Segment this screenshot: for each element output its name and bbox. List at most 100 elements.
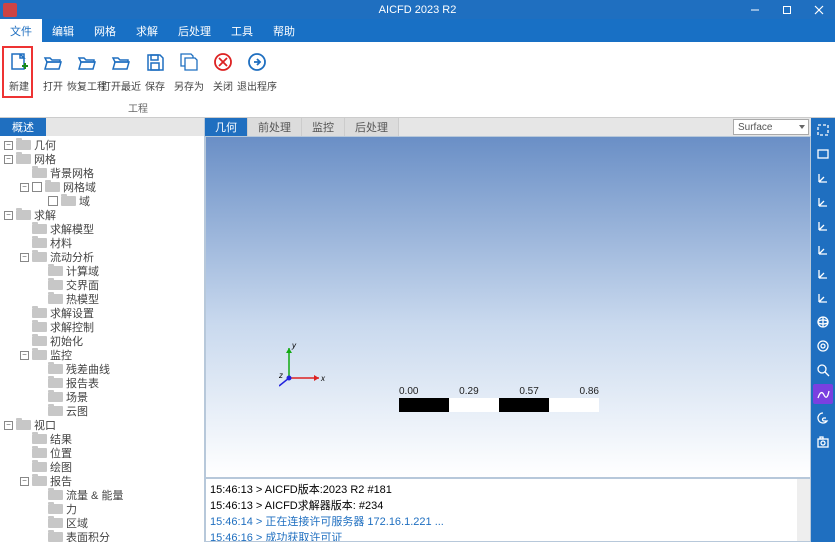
tree-item[interactable]: 求解设置	[0, 306, 204, 320]
tree-item[interactable]: −视口	[0, 418, 204, 432]
tree-item[interactable]: 区域	[0, 516, 204, 530]
view-tab-后处理[interactable]: 后处理	[345, 118, 399, 136]
view-tab-监控[interactable]: 监控	[302, 118, 345, 136]
viewport-3d[interactable]: x y z 0.000.290.570.86	[205, 136, 811, 478]
tree-item[interactable]: 表面积分	[0, 530, 204, 542]
view-tab-几何[interactable]: 几何	[205, 118, 248, 136]
tool-rect-button[interactable]	[813, 144, 833, 164]
svg-text:z: z	[279, 371, 283, 380]
folder-icon	[61, 196, 76, 206]
tree-checkbox[interactable]	[48, 196, 58, 206]
tree-toggle-icon[interactable]: −	[20, 253, 29, 262]
tree-item[interactable]: −监控	[0, 348, 204, 362]
tree-toggle-icon[interactable]: −	[4, 141, 13, 150]
folder-icon	[48, 364, 63, 374]
tool-curve-button[interactable]	[813, 384, 833, 404]
ribbon-open-button[interactable]: 恢复工程	[70, 48, 104, 95]
menu-帮助[interactable]: 帮助	[263, 19, 305, 42]
ribbon-close-button[interactable]: 关闭	[206, 48, 240, 95]
tree-item[interactable]: 域	[0, 194, 204, 208]
tool-axis2-button[interactable]	[813, 192, 833, 212]
tree-item[interactable]: 位置	[0, 446, 204, 460]
tab-overview[interactable]: 概述	[0, 118, 46, 136]
tree-item[interactable]: −网格	[0, 152, 204, 166]
left-panel: 概述 −几何−网格背景网格−网格域域−求解求解模型材料−流动分析计算域交界面热模…	[0, 118, 205, 542]
tool-fit-button[interactable]	[813, 120, 833, 140]
tool-axis4-button[interactable]	[813, 240, 833, 260]
tree-item[interactable]: 绘图	[0, 460, 204, 474]
tree-toggle-icon[interactable]: −	[20, 183, 29, 192]
tree-item[interactable]: 热模型	[0, 292, 204, 306]
tree-toggle-icon[interactable]: −	[20, 351, 29, 360]
ribbon-open-button[interactable]: 打开最近	[104, 48, 138, 95]
menu-后处理[interactable]: 后处理	[168, 19, 221, 42]
ribbon-saveas-button[interactable]: 另存为	[172, 48, 206, 95]
viewport-tabs: 几何前处理监控后处理 Surface	[205, 118, 811, 136]
folder-icon	[32, 336, 47, 346]
menu-编辑[interactable]: 编辑	[42, 19, 84, 42]
view-tab-前处理[interactable]: 前处理	[248, 118, 302, 136]
tool-axis5-button[interactable]	[813, 264, 833, 284]
console-line: 15:46:14 > 正在连接许可服务器 172.16.1.221 ...	[210, 513, 806, 529]
ribbon: 新建打开恢复工程打开最近保存另存为关闭退出程序 工程	[0, 42, 835, 118]
tree-item[interactable]: −网格域	[0, 180, 204, 194]
close-button[interactable]	[803, 0, 835, 19]
tree-item[interactable]: 求解模型	[0, 222, 204, 236]
folder-icon	[48, 294, 63, 304]
tool-palette-button[interactable]	[813, 408, 833, 428]
tree-checkbox[interactable]	[32, 182, 42, 192]
tree-item[interactable]: 残差曲线	[0, 362, 204, 376]
folder-icon	[48, 406, 63, 416]
project-tree[interactable]: −几何−网格背景网格−网格域域−求解求解模型材料−流动分析计算域交界面热模型求解…	[0, 136, 204, 542]
tree-item[interactable]: 交界面	[0, 278, 204, 292]
axis-triad-icon: x y z	[279, 338, 329, 388]
tool-globe-button[interactable]	[813, 312, 833, 332]
tree-item[interactable]: 初始化	[0, 334, 204, 348]
tree-item[interactable]: −报告	[0, 474, 204, 488]
ribbon-exit-button[interactable]: 退出程序	[240, 48, 274, 95]
folder-icon	[32, 252, 47, 262]
tree-toggle-icon[interactable]: −	[4, 421, 13, 430]
tree-item[interactable]: 云图	[0, 404, 204, 418]
folder-icon	[32, 238, 47, 248]
legend-value: 0.86	[580, 386, 599, 397]
maximize-button[interactable]	[771, 0, 803, 19]
minimize-button[interactable]	[739, 0, 771, 19]
tree-item[interactable]: 报告表	[0, 376, 204, 390]
tree-toggle-icon[interactable]: −	[20, 477, 29, 486]
ribbon-save-button[interactable]: 保存	[138, 48, 172, 95]
tree-item[interactable]: 场景	[0, 390, 204, 404]
render-mode-select[interactable]: Surface	[733, 119, 809, 135]
ribbon-group-label: 工程	[128, 100, 148, 117]
tree-item[interactable]: −几何	[0, 138, 204, 152]
tool-camera-button[interactable]	[813, 432, 833, 452]
menu-求解[interactable]: 求解	[126, 19, 168, 42]
menu-网格[interactable]: 网格	[84, 19, 126, 42]
menu-工具[interactable]: 工具	[221, 19, 263, 42]
console-scrollbar[interactable]	[797, 479, 810, 541]
console[interactable]: 15:46:13 > AICFD版本:2023 R2 #18115:46:13 …	[205, 478, 811, 542]
tree-item[interactable]: 求解控制	[0, 320, 204, 334]
tool-axis1-button[interactable]	[813, 168, 833, 188]
ribbon-new-button[interactable]: 新建	[2, 48, 36, 95]
ribbon-label: 保存	[145, 78, 165, 93]
ribbon-open-button[interactable]: 打开	[36, 48, 70, 95]
tree-toggle-icon[interactable]: −	[4, 155, 13, 164]
folder-icon	[48, 532, 63, 542]
tree-item[interactable]: 计算域	[0, 264, 204, 278]
tool-target-button[interactable]	[813, 336, 833, 356]
tree-item[interactable]: 结果	[0, 432, 204, 446]
tree-toggle-icon[interactable]: −	[4, 211, 13, 220]
menu-文件[interactable]: 文件	[0, 19, 42, 42]
tree-item[interactable]: 背景网格	[0, 166, 204, 180]
tool-axis3-button[interactable]	[813, 216, 833, 236]
tree-item[interactable]: 材料	[0, 236, 204, 250]
tool-search-button[interactable]	[813, 360, 833, 380]
tree-item[interactable]: −流动分析	[0, 250, 204, 264]
tree-item[interactable]: −求解	[0, 208, 204, 222]
right-toolbar	[811, 118, 835, 542]
legend-segment	[549, 398, 599, 412]
tool-axis6-button[interactable]	[813, 288, 833, 308]
tree-item[interactable]: 力	[0, 502, 204, 516]
tree-item[interactable]: 流量 & 能量	[0, 488, 204, 502]
